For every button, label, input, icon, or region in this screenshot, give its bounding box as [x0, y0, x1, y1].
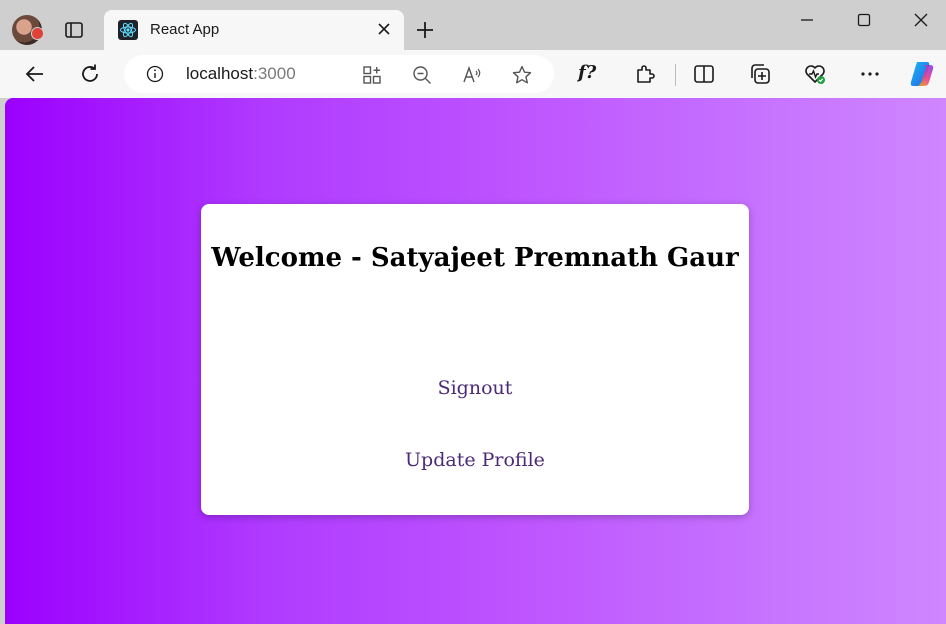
read-aloud-icon[interactable] [461, 64, 483, 86]
address-bar[interactable]: localhost:3000 [124, 55, 554, 93]
back-arrow-icon[interactable] [23, 62, 47, 86]
url-host: localhost [186, 64, 254, 83]
close-window-icon[interactable] [913, 12, 929, 28]
tab-react-app[interactable]: React App [104, 10, 404, 50]
react-icon [118, 20, 138, 40]
maximize-icon[interactable] [856, 12, 872, 28]
update-profile-link[interactable]: Update Profile [201, 449, 749, 471]
page-background: Welcome - Satyajeet Premnath Gaur Signou… [5, 98, 946, 624]
toolbar-divider [675, 64, 676, 86]
browser-essentials-icon[interactable] [803, 62, 827, 86]
url-port: :3000 [253, 64, 296, 83]
close-tab-icon[interactable] [376, 21, 392, 37]
signout-link[interactable]: Signout [201, 377, 749, 399]
app-available-icon[interactable] [361, 64, 383, 86]
favorite-star-icon[interactable] [511, 64, 533, 86]
site-info-icon[interactable] [146, 65, 164, 83]
collections-icon[interactable] [748, 62, 772, 86]
url-text: localhost:3000 [186, 64, 296, 84]
tab-title: React App [150, 21, 220, 38]
copilot-icon[interactable] [907, 59, 937, 89]
browser-titlebar: React App [0, 0, 946, 50]
split-screen-icon[interactable] [692, 62, 716, 86]
zoom-out-icon[interactable] [411, 64, 433, 86]
more-options-icon[interactable] [858, 62, 882, 86]
new-tab-icon[interactable] [414, 19, 436, 41]
tab-actions-icon[interactable] [64, 20, 84, 40]
profile-status-dot [31, 27, 44, 40]
minimize-icon[interactable] [799, 12, 815, 28]
browser-toolbar: localhost:3000 f? [0, 50, 946, 98]
extensions-puzzle-icon[interactable] [633, 62, 657, 86]
welcome-card: Welcome - Satyajeet Premnath Gaur Signou… [201, 204, 749, 515]
welcome-heading: Welcome - Satyajeet Premnath Gaur [211, 243, 739, 273]
refresh-icon[interactable] [78, 62, 102, 86]
profile-avatar[interactable] [12, 15, 44, 45]
font-query-button[interactable]: f? [578, 62, 596, 83]
